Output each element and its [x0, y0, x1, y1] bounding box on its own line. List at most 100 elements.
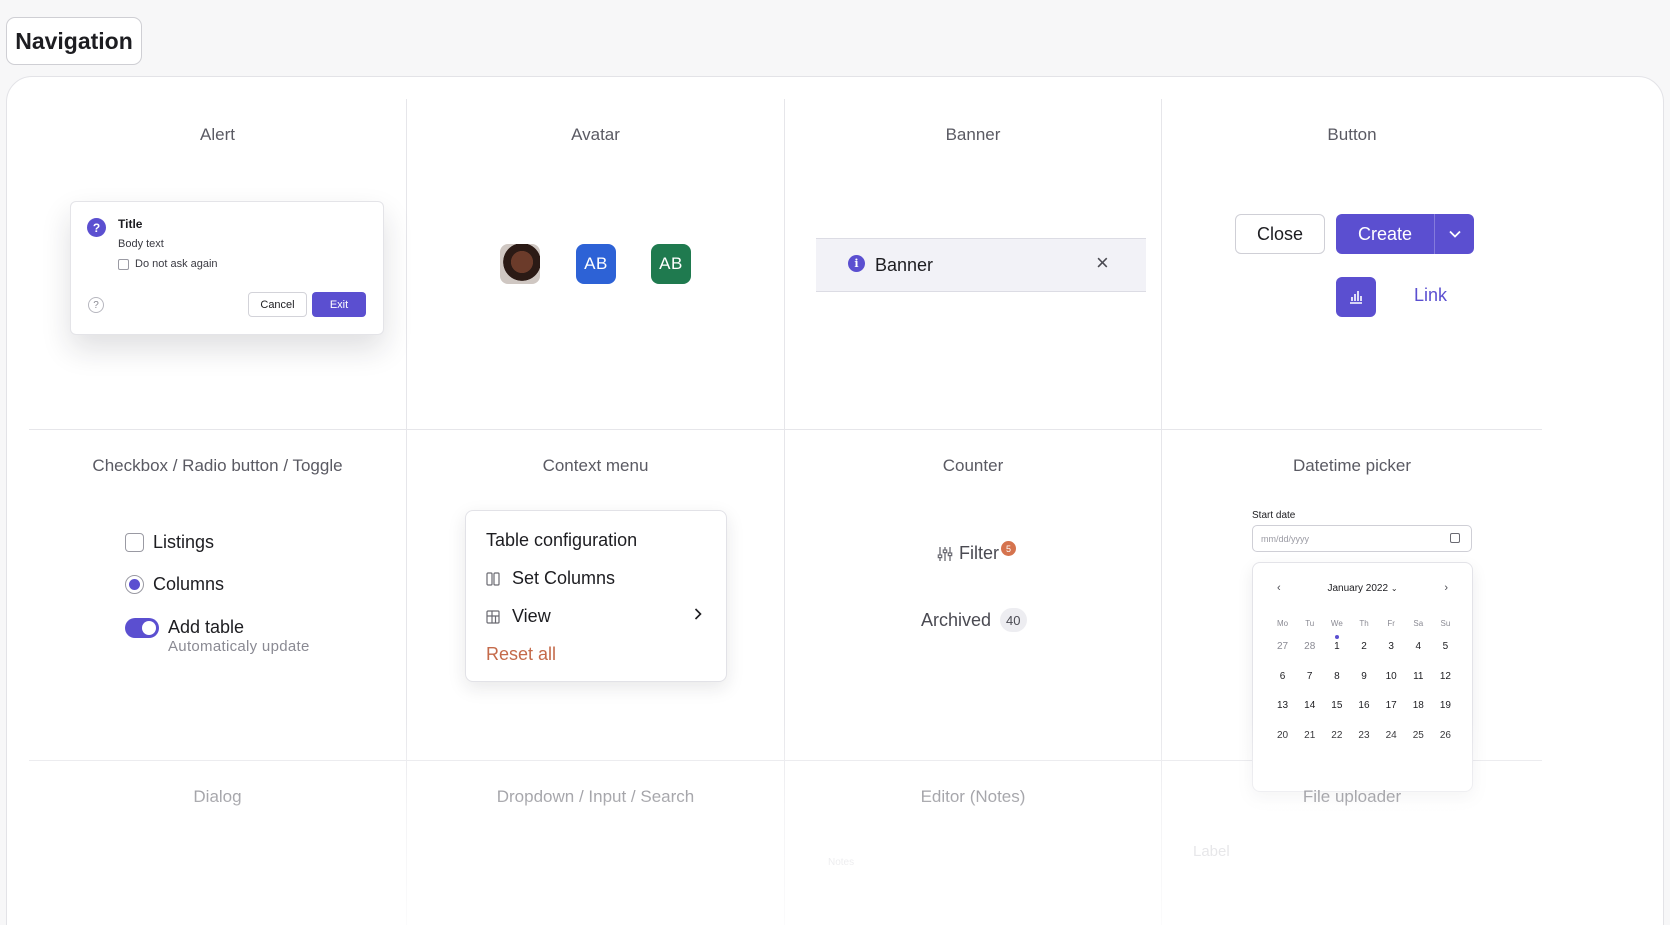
create-button[interactable]: Create	[1336, 224, 1434, 245]
context-menu-cell: Context menu Table configuration Set Col…	[407, 430, 785, 761]
banner: i Banner ×	[816, 238, 1146, 292]
cell-title: Editor (Notes)	[920, 787, 1026, 806]
alert-dialog: ? Title Body text Do not ask again ? Can…	[70, 201, 384, 335]
date-field-label: Start date	[1252, 510, 1296, 521]
help-icon[interactable]: ?	[88, 297, 104, 313]
listings-checkbox[interactable]: Listings	[125, 532, 214, 553]
checkbox-label: Do not ask again	[135, 258, 218, 270]
cell-title: Checkbox / Radio button / Toggle	[92, 456, 343, 475]
bar-chart-icon	[1350, 291, 1362, 304]
columns-icon	[486, 571, 500, 586]
calendar-day[interactable]: 15	[1323, 700, 1350, 730]
toggle-switch[interactable]	[125, 617, 159, 638]
month-label: January 2022	[1327, 583, 1389, 594]
info-icon: i	[848, 255, 865, 272]
calendar-day[interactable]: 18	[1405, 700, 1432, 730]
close-button[interactable]: Close	[1235, 214, 1325, 254]
date-input[interactable]: mm/dd/yyyy	[1252, 525, 1472, 552]
counter-cell: Counter Filter 5 Archived 40	[785, 430, 1162, 761]
calendar-day[interactable]: 16	[1350, 700, 1377, 730]
checkbox-box[interactable]	[125, 533, 144, 552]
calendar-day[interactable]: 17	[1378, 700, 1405, 730]
cell-title: Dropdown / Input / Search	[496, 787, 695, 806]
calendar-day[interactable]: 10	[1378, 671, 1405, 701]
filter-label: Filter	[959, 543, 999, 563]
do-not-ask-checkbox[interactable]: Do not ask again	[118, 258, 218, 270]
calendar-day[interactable]: 12	[1432, 671, 1459, 701]
weekday-label: Mo	[1277, 619, 1289, 628]
alert-cell: Alert ? Title Body text Do not ask again…	[29, 99, 407, 430]
calendar-day[interactable]: 2	[1350, 641, 1377, 671]
calendar-day[interactable]: 11	[1405, 671, 1432, 701]
create-split-button[interactable]: Create	[1336, 214, 1474, 254]
cancel-button[interactable]: Cancel	[248, 292, 307, 317]
menu-item-view[interactable]: View	[486, 606, 551, 627]
component-board: Alert ? Title Body text Do not ask again…	[6, 76, 1664, 925]
cell-title: Banner	[945, 125, 1001, 144]
menu-item-reset-all[interactable]: Reset all	[486, 644, 556, 665]
calendar-day[interactable]: 26	[1432, 730, 1459, 760]
cell-title: Alert	[200, 125, 235, 144]
cell-title: Avatar	[571, 125, 620, 144]
count-badge: 40	[1000, 608, 1027, 632]
calendar-day[interactable]: 19	[1432, 700, 1459, 730]
editor-cell: Editor (Notes) Notes	[785, 761, 1162, 925]
calendar-day[interactable]: 28	[1296, 641, 1323, 671]
avatar-cell: Avatar AB AB	[407, 99, 785, 430]
menu-item-label: View	[512, 606, 551, 626]
calendar-day[interactable]: 6	[1269, 671, 1296, 701]
calendar-day[interactable]: 8	[1323, 671, 1350, 701]
avatar-photo	[500, 244, 540, 284]
navigation-tab[interactable]: Navigation	[6, 17, 142, 65]
weekday-label: Sa	[1413, 619, 1424, 628]
calendar-day[interactable]: 22	[1323, 730, 1350, 760]
calendar-day[interactable]: 24	[1378, 730, 1405, 760]
calendar-day[interactable]: 13	[1269, 700, 1296, 730]
columns-radio[interactable]: Columns	[125, 574, 224, 595]
chevron-down-icon[interactable]	[1434, 214, 1474, 254]
checkbox-cell: Checkbox / Radio button / Toggle Listing…	[29, 430, 407, 761]
chart-icon-button[interactable]	[1336, 277, 1376, 317]
calendar-day[interactable]: 7	[1296, 671, 1323, 701]
calendar-day[interactable]: 20	[1269, 730, 1296, 760]
radio-button[interactable]	[125, 575, 144, 594]
banner-cell: Banner i Banner ×	[785, 99, 1162, 430]
cell-title: Datetime picker	[1292, 456, 1412, 475]
calendar-day[interactable]: 21	[1296, 730, 1323, 760]
calendar-day-today[interactable]: 1	[1323, 635, 1350, 671]
next-month-icon[interactable]: ›	[1444, 582, 1448, 594]
calendar-day[interactable]: 23	[1350, 730, 1377, 760]
checkbox-box[interactable]	[118, 258, 129, 270]
add-table-toggle[interactable]: Add table	[125, 617, 244, 638]
calendar-day[interactable]: 3	[1378, 641, 1405, 671]
link-button[interactable]: Link	[1414, 285, 1447, 306]
calendar-grid: Mo Tu We Th Fr Sa Su 27 28 1 2 3 4 5 6 7…	[1269, 619, 1459, 759]
close-icon[interactable]: ×	[1096, 252, 1109, 274]
weekday-label: Th	[1359, 619, 1369, 628]
editor-notes-hint: Notes	[828, 857, 855, 868]
chevron-right-icon	[694, 607, 702, 625]
month-selector[interactable]: January 2022 ⌄	[1253, 583, 1472, 594]
menu-item-set-columns[interactable]: Set Columns	[486, 568, 615, 589]
alert-title: Title	[118, 217, 143, 231]
calendar-day[interactable]: 27	[1269, 641, 1296, 671]
calendar-day[interactable]: 9	[1350, 671, 1377, 701]
calendar-day[interactable]: 4	[1405, 641, 1432, 671]
datetime-cell: Datetime picker Start date mm/dd/yyyy ‹ …	[1162, 430, 1542, 792]
dialog-cell: Dialog	[29, 761, 407, 925]
context-menu: Table configuration Set Columns View Res…	[465, 510, 727, 682]
exit-button[interactable]: Exit	[312, 292, 366, 317]
calendar-icon[interactable]	[1450, 533, 1460, 543]
filter-button[interactable]: Filter	[937, 543, 999, 564]
toggle-label: Add table	[168, 617, 245, 637]
cell-title: Button	[1327, 125, 1377, 144]
calendar-day[interactable]: 14	[1296, 700, 1323, 730]
calendar-day[interactable]: 5	[1432, 641, 1459, 671]
weekday-label: Fr	[1387, 619, 1395, 628]
button-cell: Button Close Create Link	[1162, 99, 1542, 430]
grid-view-icon	[486, 609, 500, 624]
avatar-initials-green: AB	[651, 244, 691, 284]
archived-counter[interactable]: Archived 40	[921, 608, 1027, 632]
calendar-day[interactable]: 25	[1405, 730, 1432, 760]
cell-title: Dialog	[193, 787, 242, 806]
